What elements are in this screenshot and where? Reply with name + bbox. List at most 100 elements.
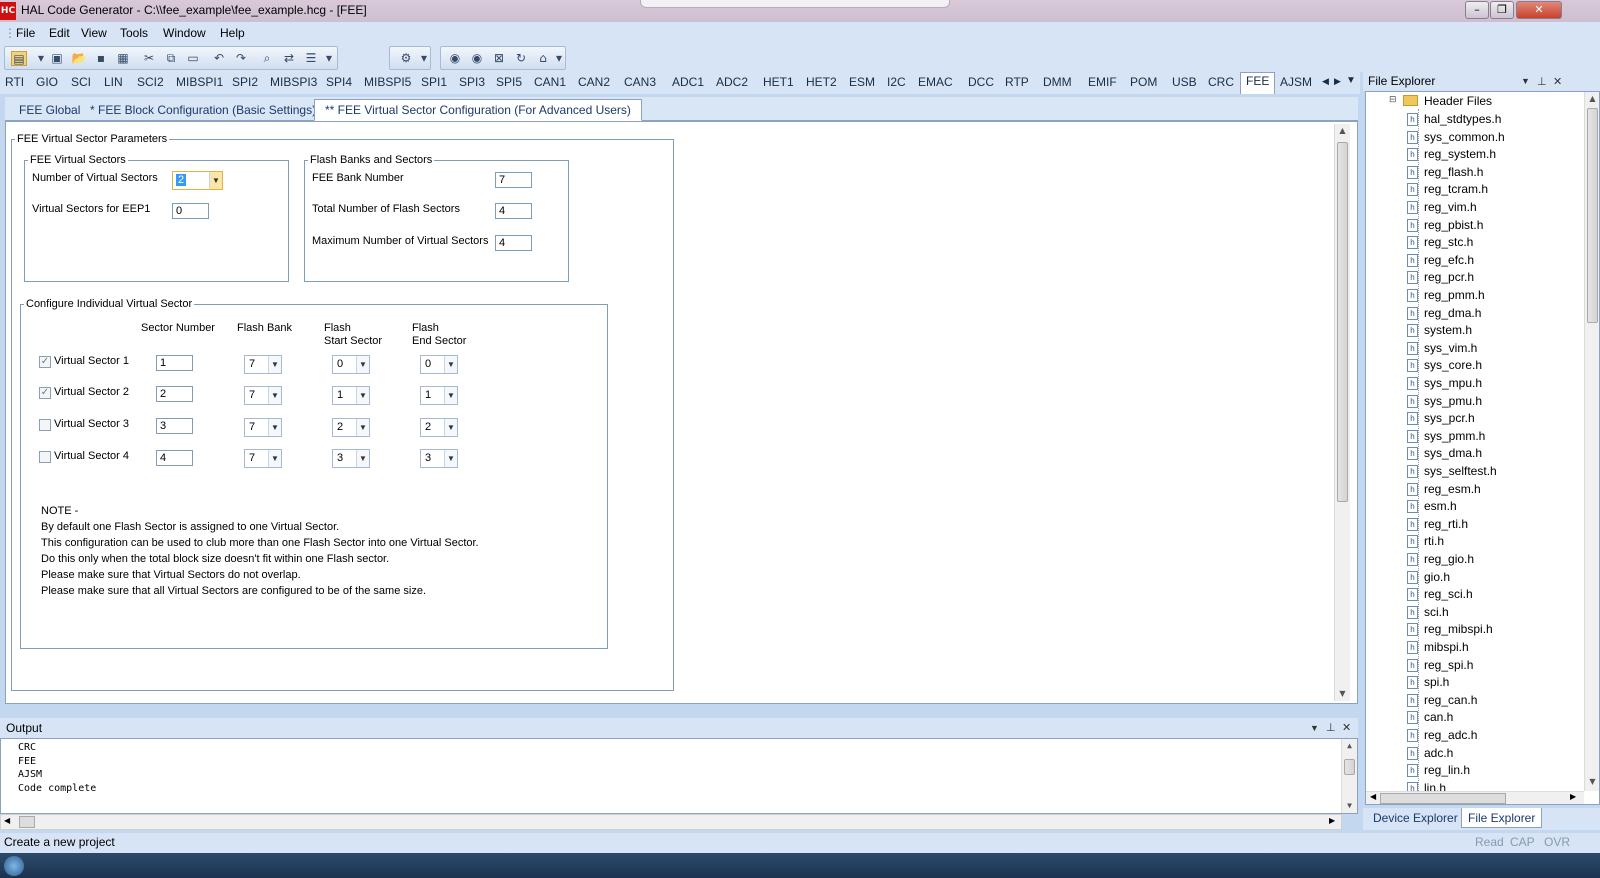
- tab-file-explorer[interactable]: File Explorer: [1461, 808, 1543, 828]
- tab-het2[interactable]: HET2: [806, 75, 837, 89]
- tab-mibspi3[interactable]: MIBSPI3: [270, 75, 317, 89]
- file-item[interactable]: h reg_tcram.h: [1407, 182, 1488, 197]
- stop-icon[interactable]: ⊠: [491, 51, 507, 66]
- scroll-left-icon[interactable]: ◀: [1370, 792, 1376, 801]
- tab-usb[interactable]: USB: [1172, 75, 1197, 89]
- chevron-down-icon[interactable]: ▼: [356, 387, 369, 404]
- chevron-down-icon[interactable]: ▼: [268, 387, 281, 404]
- tab-i2c[interactable]: I2C: [887, 75, 906, 89]
- undo-icon[interactable]: ↶: [211, 51, 227, 66]
- scroll-down-icon[interactable]: ▼: [1585, 775, 1599, 789]
- flash-bank-2-select[interactable]: 7 ▼: [244, 386, 282, 405]
- chevron-down-icon[interactable]: ▼: [444, 450, 457, 467]
- close-icon[interactable]: ✕: [1342, 721, 1351, 734]
- file-item[interactable]: h can.h: [1407, 710, 1453, 725]
- tabs-list-icon[interactable]: ▼: [1346, 75, 1356, 86]
- chevron-down-icon[interactable]: ▼: [268, 356, 281, 373]
- file-item[interactable]: h sys_core.h: [1407, 358, 1482, 373]
- virtual-sector-1-checkbox[interactable]: ✓: [39, 356, 51, 368]
- file-item[interactable]: h reg_gio.h: [1407, 552, 1474, 566]
- file-item[interactable]: h reg_sci.h: [1407, 587, 1473, 602]
- content-scrollbar[interactable]: ▲ ▼: [1334, 124, 1350, 701]
- explorer-scrollbar[interactable]: ▲ ▼: [1584, 92, 1599, 791]
- file-item[interactable]: h mibspi.h: [1407, 640, 1469, 654]
- tab-spi2[interactable]: SPI2: [232, 75, 258, 89]
- file-item[interactable]: h reg_pmm.h: [1407, 288, 1485, 302]
- save-icon[interactable]: ▪: [93, 51, 109, 66]
- find-replace-icon[interactable]: ⇄: [281, 51, 297, 66]
- output-menu-icon[interactable]: ▼: [1310, 723, 1319, 733]
- fee-bank-number-field[interactable]: 7: [495, 172, 532, 188]
- file-item[interactable]: h sys_pmu.h: [1407, 394, 1482, 408]
- flash-bank-4-select[interactable]: 7 ▼: [244, 449, 282, 468]
- tab-device-explorer[interactable]: Device Explorer: [1367, 808, 1464, 828]
- menu-help[interactable]: Help: [220, 26, 245, 40]
- tabs-scroll-left-icon[interactable]: ◀: [1322, 76, 1329, 87]
- tab-emac[interactable]: EMAC: [918, 75, 953, 89]
- nav-forward-icon[interactable]: ◉: [469, 51, 485, 66]
- scroll-left-icon[interactable]: ◀: [4, 816, 10, 825]
- end-sector-1-select[interactable]: 0 ▼: [420, 355, 458, 374]
- toolbar-overflow-icon-2[interactable]: ▾: [416, 51, 432, 66]
- title-center-handle[interactable]: [640, 0, 950, 8]
- minimize-button[interactable]: –: [1465, 1, 1489, 19]
- tab-spi4[interactable]: SPI4: [326, 75, 352, 89]
- end-sector-4-select[interactable]: 3 ▼: [420, 449, 458, 468]
- open-folder-icon[interactable]: 📂: [71, 51, 87, 66]
- maximize-button[interactable]: ❐: [1490, 1, 1514, 19]
- tab-adc2[interactable]: ADC2: [716, 75, 748, 89]
- tab-dcc[interactable]: DCC: [968, 75, 994, 89]
- nav-back-icon[interactable]: ◉: [447, 51, 463, 66]
- scroll-thumb[interactable]: [19, 816, 35, 828]
- file-item[interactable]: h sci.h: [1407, 605, 1449, 619]
- tab-adc1[interactable]: ADC1: [672, 75, 704, 89]
- file-item[interactable]: h reg_stc.h: [1407, 235, 1473, 250]
- tab-het1[interactable]: HET1: [763, 75, 794, 89]
- tab-crc[interactable]: CRC: [1208, 75, 1234, 89]
- scroll-up-icon[interactable]: ▲: [1585, 92, 1599, 106]
- tab-emif[interactable]: EMIF: [1088, 75, 1117, 89]
- file-item[interactable]: h reg_flash.h: [1407, 165, 1483, 179]
- menu-window[interactable]: Window: [163, 26, 206, 40]
- file-item[interactable]: h sys_dma.h: [1407, 446, 1482, 461]
- file-item[interactable]: h reg_rti.h: [1407, 517, 1468, 531]
- tab-pom[interactable]: POM: [1130, 75, 1157, 89]
- output-log[interactable]: CRC FEE AJSM Code complete ▲ ▼: [0, 738, 1358, 814]
- dropdown-arrow-icon[interactable]: ▾: [33, 51, 49, 66]
- chevron-down-icon[interactable]: ▼: [444, 419, 457, 436]
- tabs-scroll-right-icon[interactable]: ▶: [1334, 76, 1341, 87]
- file-item[interactable]: h esm.h: [1407, 499, 1457, 514]
- file-item[interactable]: h sys_vim.h: [1407, 341, 1477, 355]
- file-item[interactable]: h reg_adc.h: [1407, 728, 1477, 742]
- file-item[interactable]: h rti.h: [1407, 534, 1444, 549]
- total-flash-sectors-field[interactable]: 4: [495, 203, 532, 219]
- file-item[interactable]: h reg_lin.h: [1407, 763, 1470, 778]
- file-item[interactable]: h adc.h: [1407, 746, 1453, 760]
- scroll-thumb[interactable]: [1344, 759, 1355, 775]
- start-sector-1-select[interactable]: 0 ▼: [332, 355, 370, 374]
- file-item[interactable]: h reg_can.h: [1407, 693, 1477, 707]
- tab-fee-block-config[interactable]: * FEE Block Configuration (Basic Setting…: [79, 99, 327, 121]
- tab-can2[interactable]: CAN2: [578, 75, 610, 89]
- tab-dmm[interactable]: DMM: [1043, 75, 1072, 89]
- tab-spi1[interactable]: SPI1: [421, 75, 447, 89]
- file-item[interactable]: h sys_mpu.h: [1407, 376, 1482, 390]
- chevron-down-icon[interactable]: ▼: [268, 419, 281, 436]
- eep1-field[interactable]: 0: [172, 203, 209, 219]
- tab-spi3[interactable]: SPI3: [459, 75, 485, 89]
- file-item[interactable]: h sys_common.h: [1407, 130, 1505, 144]
- tab-esm[interactable]: ESM: [849, 75, 875, 89]
- file-item[interactable]: h reg_efc.h: [1407, 253, 1474, 267]
- toolbar-overflow-icon[interactable]: ▾: [321, 51, 337, 66]
- chevron-down-icon[interactable]: ▼: [444, 387, 457, 404]
- start-sector-3-select[interactable]: 2 ▼: [332, 418, 370, 437]
- tab-fee-virtual-sector-config[interactable]: ** FEE Virtual Sector Configuration (For…: [314, 99, 642, 121]
- end-sector-2-select[interactable]: 1 ▼: [420, 386, 458, 405]
- chevron-down-icon[interactable]: ▼: [356, 419, 369, 436]
- menu-view[interactable]: View: [81, 26, 107, 40]
- file-item[interactable]: h sys_pmm.h: [1407, 429, 1485, 443]
- chevron-down-icon[interactable]: ▼: [209, 172, 222, 189]
- file-item[interactable]: h sys_pcr.h: [1407, 411, 1475, 426]
- tab-sci2[interactable]: SCI2: [137, 75, 164, 89]
- file-item[interactable]: h gio.h: [1407, 570, 1450, 584]
